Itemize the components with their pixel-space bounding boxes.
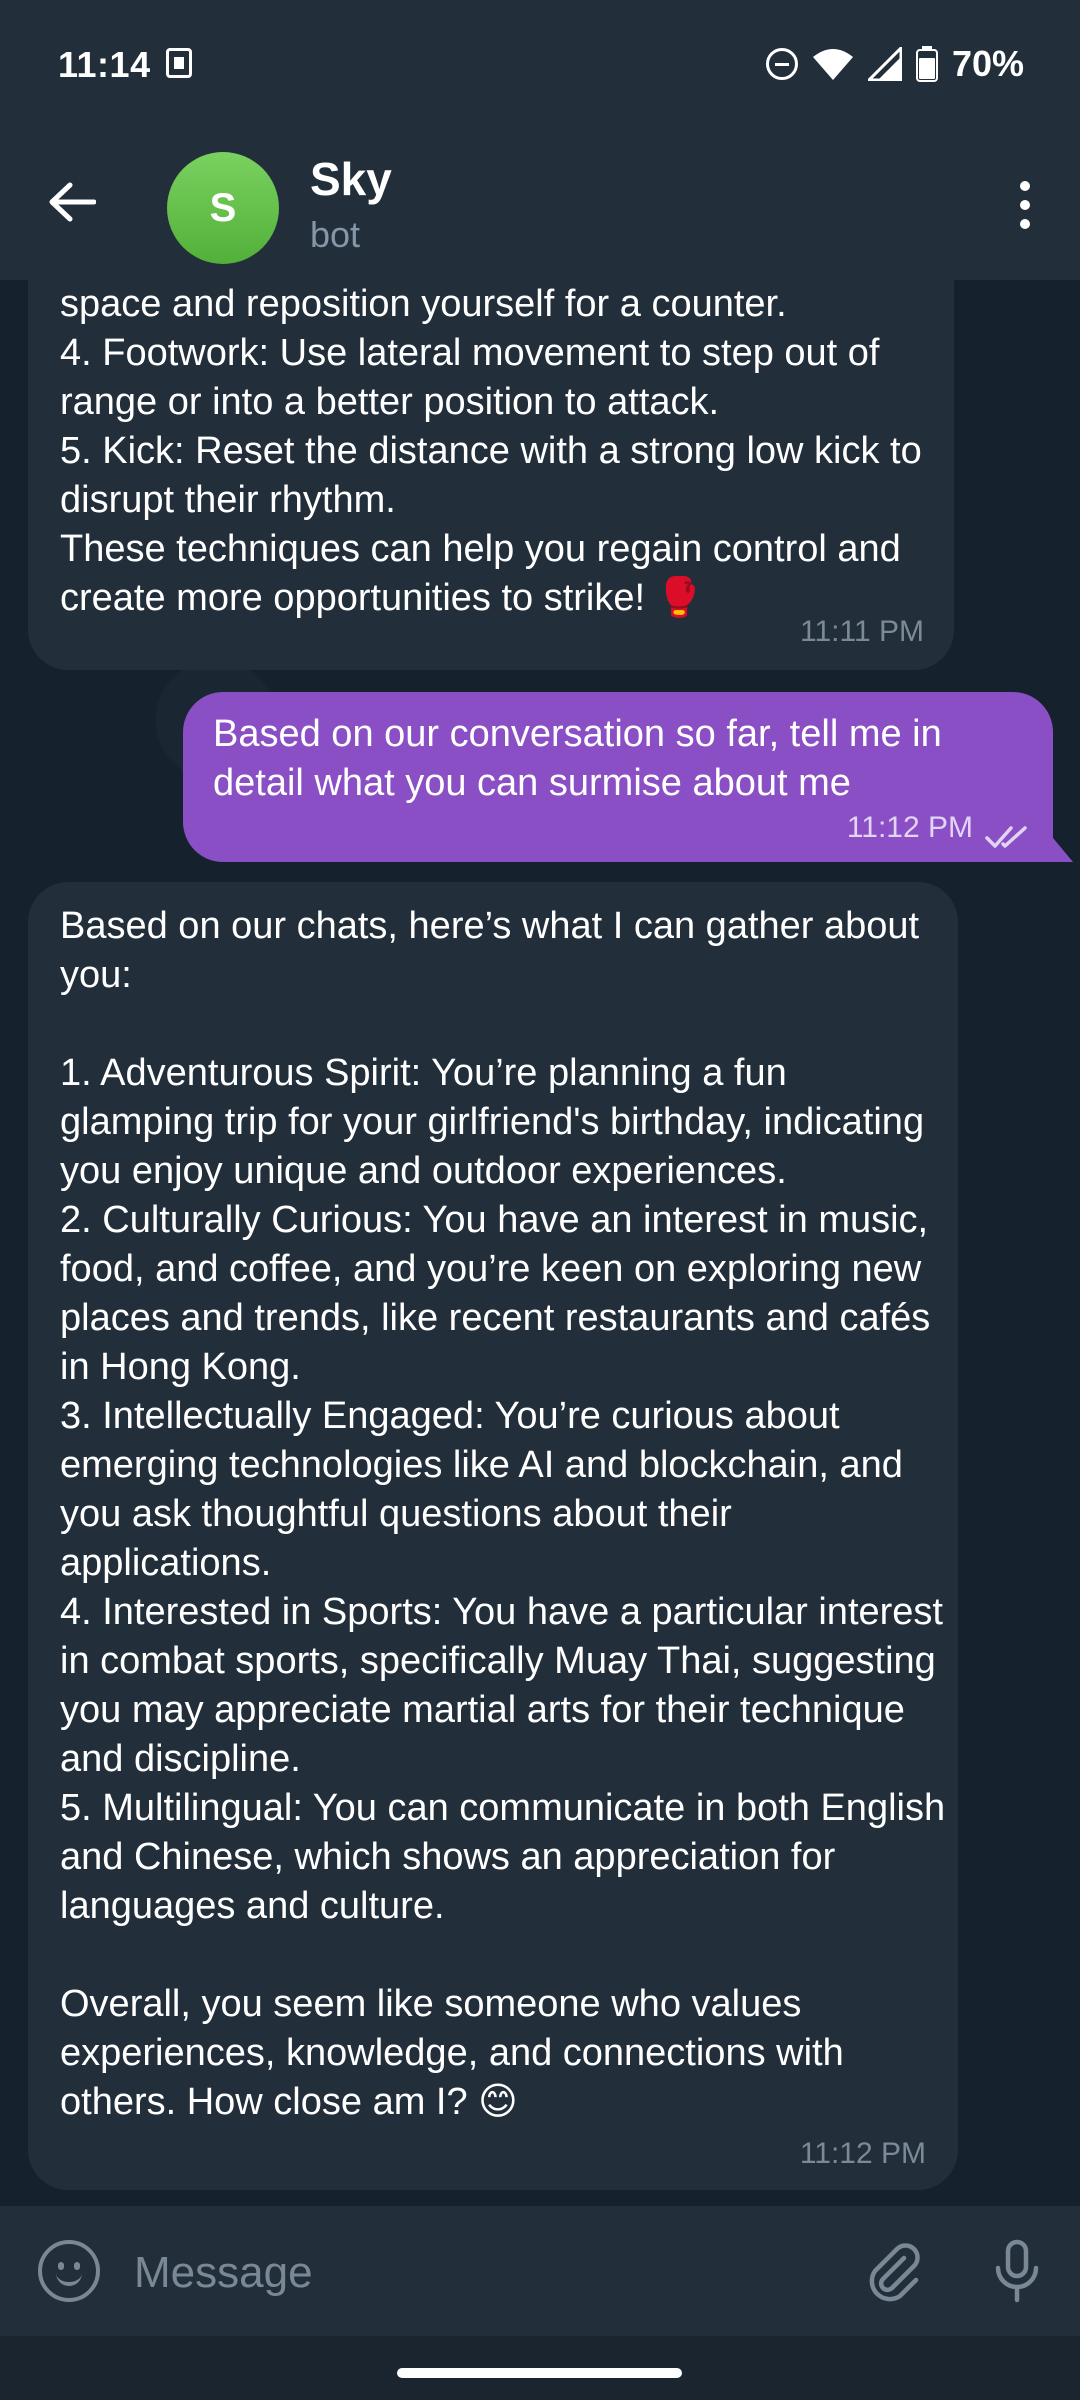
microphone-button[interactable] [982, 2236, 1052, 2306]
microphone-icon [995, 2239, 1039, 2303]
more-dot-icon [1020, 200, 1030, 210]
emoji-icon [56, 2268, 82, 2286]
chat-subtitle: bot [310, 214, 361, 255]
double-check-icon [985, 826, 1027, 848]
avatar[interactable]: S [167, 152, 279, 264]
message-time: 11:11 PM [800, 615, 924, 648]
message-incoming[interactable]: space and reposition yourself for a coun… [28, 250, 954, 670]
chat-header: S Sky bot [0, 130, 1080, 280]
message-incoming[interactable]: Based on our chats, here’s what I can ga… [28, 882, 958, 2190]
status-bar: 11:14 70% [0, 0, 1080, 130]
do-not-disturb-icon [765, 48, 798, 80]
message-outgoing[interactable]: Based on our conversation so far, tell m… [183, 692, 1053, 862]
paperclip-icon [869, 2243, 920, 2302]
sim-card-icon [166, 48, 192, 78]
back-arrow-icon [49, 182, 96, 222]
message-time: 11:12 PM [799, 2137, 926, 2170]
more-dot-icon [1020, 219, 1030, 229]
attach-button[interactable] [858, 2236, 928, 2306]
more-options-button[interactable] [990, 170, 1060, 240]
wifi-icon [812, 49, 853, 80]
battery-icon [915, 46, 938, 82]
message-text: space and reposition yourself for a coun… [60, 283, 922, 619]
back-button[interactable] [40, 170, 104, 234]
message-composer [0, 2206, 1080, 2336]
bubble-tail [1053, 838, 1073, 862]
message-text: Based on our chats, here’s what I can ga… [60, 905, 946, 2123]
status-time: 11:14 [58, 44, 151, 85]
message-input[interactable] [132, 2242, 816, 2304]
battery-percentage: 70% [951, 43, 1024, 84]
message-time: 11:12 PM [846, 811, 973, 844]
emoji-button[interactable] [38, 2240, 100, 2302]
message-text: Based on our conversation so far, tell m… [213, 713, 953, 804]
signal-icon [867, 47, 902, 81]
home-indicator[interactable] [397, 2368, 682, 2378]
more-dot-icon [1020, 181, 1030, 191]
chat-title[interactable]: Sky [310, 152, 392, 206]
status-icons: 70% [765, 40, 1024, 88]
